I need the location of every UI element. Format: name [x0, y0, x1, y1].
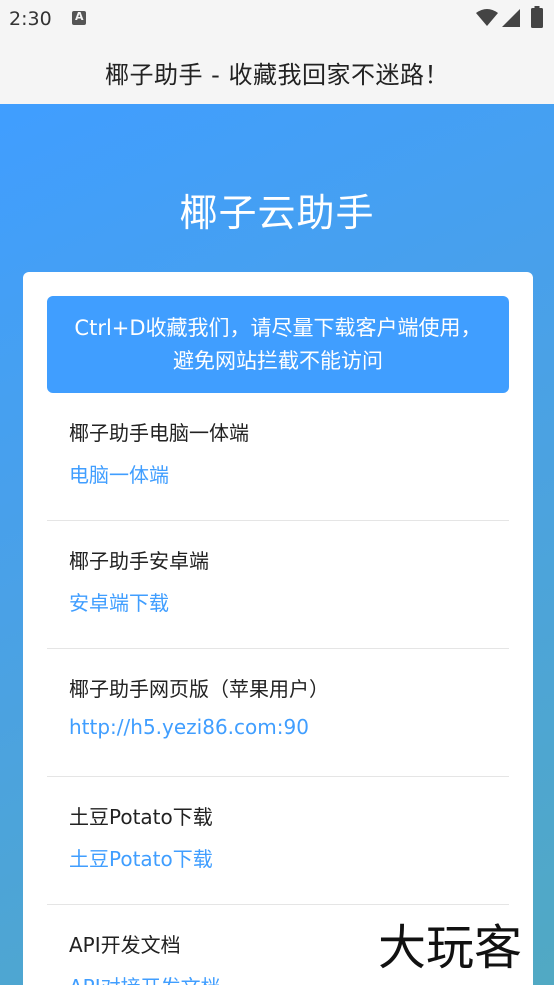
item-title: 椰子助手安卓端 [69, 549, 209, 573]
hero-title: 椰子云助手 [179, 191, 375, 235]
notice-line-1: Ctrl+D收藏我们，请尽量下载客户端使用， [74, 316, 482, 340]
page-title: 椰子助手 - 收藏我回家不迷路！ [105, 60, 449, 89]
title-bar: 椰子助手 - 收藏我回家不迷路！ [0, 40, 554, 104]
item-title: 椰子助手网页版（苹果用户） [69, 677, 329, 701]
watermark-logo: 大玩客 [378, 919, 524, 975]
item-title: 椰子助手电脑一体端 [69, 421, 249, 445]
screen: 2:30 椰子助手 - 收藏我回家不迷路！ 椰子云助手 Ctrl+D收藏我们，请… [0, 0, 554, 985]
android-download-link[interactable]: 安卓端下载 [69, 587, 169, 616]
download-card: Ctrl+D收藏我们，请尽量下载客户端使用， 避免网站拦截不能访问 椰子助手电脑… [23, 272, 533, 985]
web-version-link[interactable]: http://h5.yezi86.com:90 [69, 715, 309, 739]
signal-icon [502, 9, 520, 27]
battery-icon [531, 6, 543, 28]
potato-download-link[interactable]: 土豆Potato下载 [69, 843, 213, 872]
status-time: 2:30 [9, 8, 52, 30]
hero-section: 椰子云助手 Ctrl+D收藏我们，请尽量下载客户端使用， 避免网站拦截不能访问 … [0, 104, 554, 985]
list-item-potato: 土豆Potato下载 土豆Potato下载 [47, 777, 509, 905]
status-bar: 2:30 [0, 0, 554, 40]
api-docs-link[interactable]: API对接开发文档 [69, 971, 221, 985]
list-item-android: 椰子助手安卓端 安卓端下载 [47, 521, 509, 649]
notice-banner: Ctrl+D收藏我们，请尽量下载客户端使用， 避免网站拦截不能访问 [47, 296, 509, 393]
watermark-text: 大玩客 [378, 920, 522, 974]
app-notification-icon [72, 10, 86, 25]
pc-download-link[interactable]: 电脑一体端 [69, 459, 169, 488]
list-item-pc: 椰子助手电脑一体端 电脑一体端 [47, 393, 509, 521]
notice-line-2: 避免网站拦截不能访问 [173, 349, 383, 373]
item-title: 土豆Potato下载 [69, 805, 213, 829]
item-title: API开发文档 [69, 933, 181, 957]
wifi-icon [476, 9, 498, 26]
list-item-web: 椰子助手网页版（苹果用户） http://h5.yezi86.com:90 [47, 649, 509, 777]
